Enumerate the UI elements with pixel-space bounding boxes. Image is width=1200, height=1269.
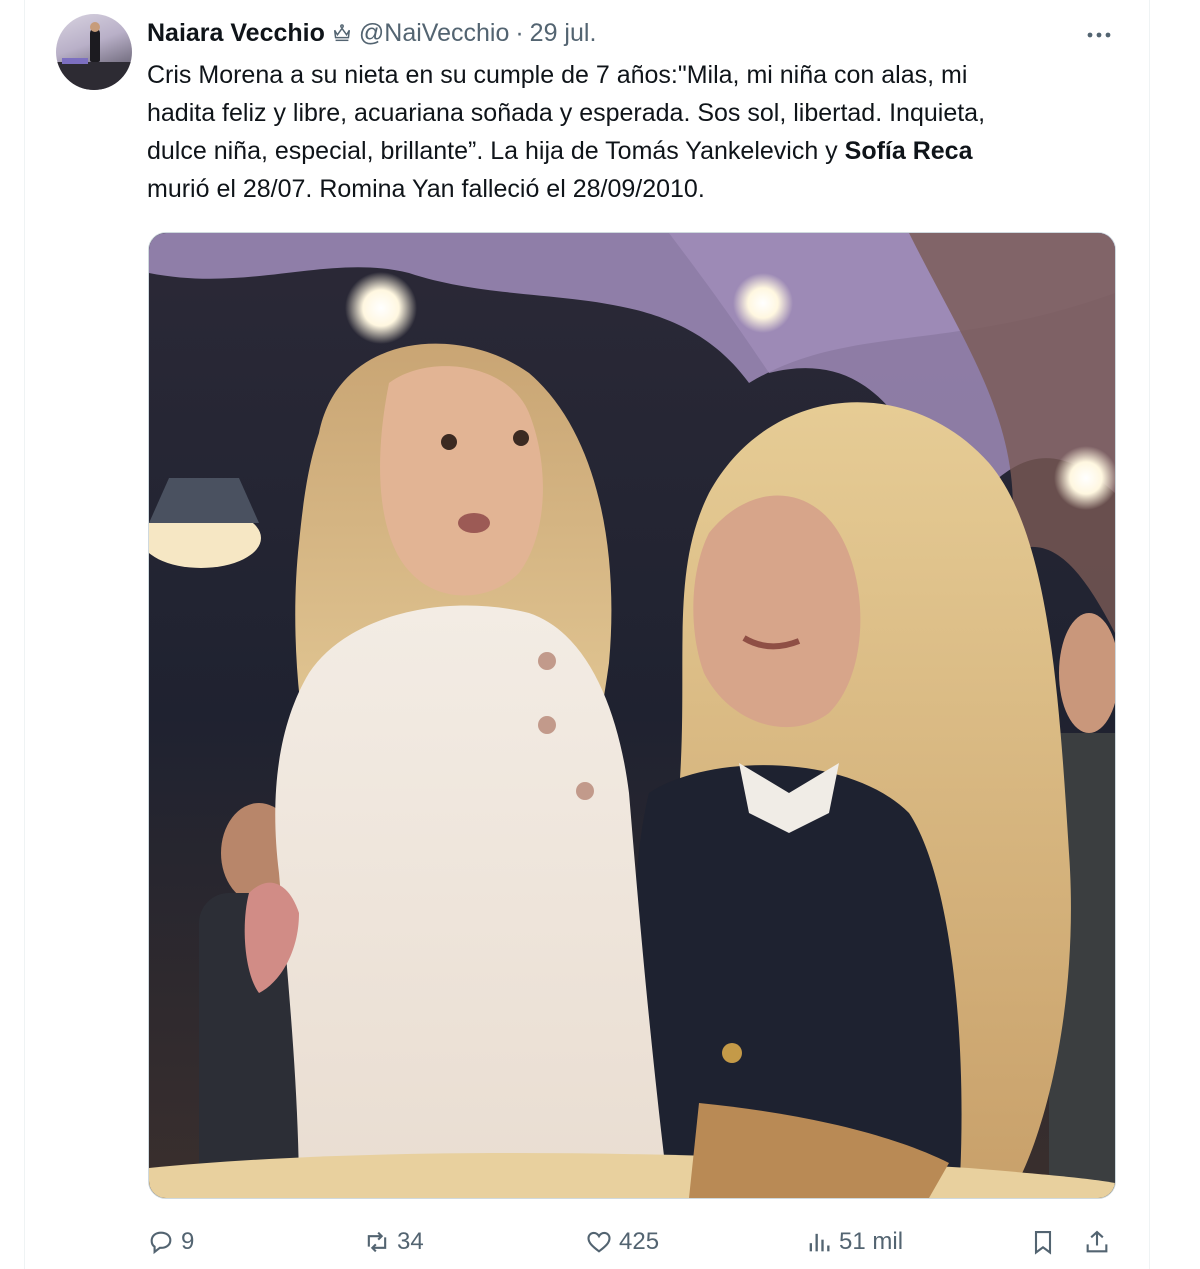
tweet-text-line-4: murió el 28/07. Romina Yan falleció el 2… [147,175,705,203]
views-button[interactable]: 51 mil [805,1222,903,1262]
avatar[interactable] [56,14,132,90]
bookmark-button[interactable] [1029,1222,1063,1262]
repost-button[interactable]: 34 [363,1222,424,1262]
like-count: 425 [619,1228,660,1255]
author-handle[interactable]: @NaiVecchio [359,19,509,48]
header-separator: · [515,18,524,47]
avatar-figure [90,28,100,62]
reply-button[interactable]: 9 [147,1222,194,1262]
avatar-stage [56,62,132,90]
repost-count: 34 [397,1228,424,1255]
avatar-figure-head [90,22,100,32]
views-chart-icon [809,1233,830,1252]
tweet-text-line-3: dulce niña, especial, brillante”. La hij… [147,137,845,165]
views-count: 51 mil [839,1228,904,1255]
tweet-header: Naiara Vecchio @NaiVecchio · 29 jul. [147,16,596,50]
avatar-sign [62,58,88,64]
heart-icon [587,1231,611,1253]
crown-badge-icon [331,22,353,44]
tweet-actions: 9 34 425 51 mil [147,1222,1117,1262]
bookmark-icon [1034,1231,1052,1255]
repost-icon [367,1231,387,1253]
tweet-text: Cris Morena a su nieta en su cumple de 7… [147,56,1122,208]
share-button[interactable] [1083,1222,1117,1262]
tweet-date[interactable]: 29 jul. [530,19,597,48]
tweet-text-line-2: hadita feliz y libre, acuariana soñada y… [147,99,986,127]
author-name[interactable]: Naiara Vecchio [147,19,325,48]
reply-count: 9 [181,1228,195,1255]
more-options-icon[interactable] [1084,20,1114,50]
share-icon [1086,1230,1108,1253]
tweet-photo[interactable] [148,232,1116,1199]
tweet-text-bold: Sofía Reca [844,137,973,165]
tweet-text-line-1: Cris Morena a su nieta en su cumple de 7… [147,61,968,89]
like-button[interactable]: 425 [585,1222,659,1262]
photo-illustration [149,233,1115,1198]
reply-icon [150,1231,172,1255]
